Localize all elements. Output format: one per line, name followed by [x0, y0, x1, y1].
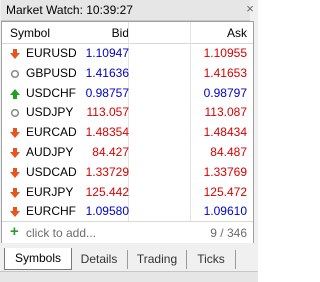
arrow-down-icon	[10, 187, 20, 198]
add-symbol-label[interactable]: click to add...	[26, 226, 96, 240]
symbol-name: USDCAD	[26, 164, 77, 179]
bid-price: 0.98757	[85, 85, 129, 100]
symbol-row[interactable]: EURJPY 125.442 125.472	[2, 182, 253, 203]
bid-price: 84.427	[92, 145, 129, 159]
symbols-grid: Symbol Bid Ask EURUSD 1.10947 1.10955 GBPUS…	[1, 21, 254, 243]
symbol-row[interactable]: GBPUSD 1.41636 1.41653	[2, 63, 253, 84]
symbol-name: AUDJPY	[26, 145, 74, 159]
bid-price: 1.10947	[85, 46, 129, 60]
circle-icon	[10, 68, 20, 78]
symbol-row[interactable]: USDCAD 1.33729 1.33769	[2, 162, 253, 183]
symbol-row[interactable]: EURCHF 1.09580 1.09610	[2, 201, 253, 222]
tab-details[interactable]: Details	[71, 250, 128, 269]
symbol-row[interactable]: EURUSD 1.10947 1.10955	[2, 43, 253, 64]
tab-symbols[interactable]: Symbols	[4, 248, 72, 270]
symbol-name: EURCAD	[26, 125, 77, 140]
window-title: Market Watch: 10:39:27	[6, 3, 133, 17]
symbol-name: EURJPY	[26, 184, 74, 199]
bid-price: 113.057	[86, 105, 130, 120]
ask-price: 113.087	[204, 105, 248, 120]
ask-price: 1.41653	[203, 65, 247, 80]
add-symbol-row[interactable]: + click to add... 9 / 346	[2, 221, 253, 243]
column-header-symbol[interactable]: Symbol	[10, 26, 50, 40]
ask-price: 1.10955	[203, 46, 247, 60]
column-header-ask[interactable]: Ask	[227, 26, 247, 40]
symbol-name: USDCHF	[26, 85, 76, 100]
arrow-up-icon	[10, 88, 20, 99]
plus-icon: +	[10, 223, 19, 240]
arrow-down-icon	[10, 147, 20, 158]
tab-bar: Symbols Details Trading Ticks	[0, 244, 258, 271]
circle-icon	[10, 107, 20, 118]
arrow-down-icon	[10, 167, 20, 178]
symbol-row[interactable]: AUDJPY 84.427 84.487	[2, 142, 253, 163]
ask-price: 1.09610	[203, 204, 247, 219]
bid-price: 1.41636	[85, 65, 129, 80]
bid-price: 1.09580	[85, 204, 129, 219]
bid-price: 1.33729	[85, 164, 129, 179]
column-header-bid[interactable]: Bid	[112, 26, 129, 40]
arrow-down-icon	[10, 127, 20, 139]
ask-price: 125.472	[203, 184, 247, 199]
close-icon[interactable]: ×	[244, 2, 256, 15]
status-strip	[0, 271, 258, 282]
symbol-row[interactable]: USDJPY 113.057 113.087	[2, 102, 253, 123]
symbol-name: EURCHF	[26, 204, 76, 219]
arrow-down-icon	[10, 206, 20, 218]
symbol-name: USDJPY	[26, 105, 74, 120]
ask-price: 84.487	[210, 145, 247, 159]
bid-price: 1.48354	[85, 125, 129, 140]
symbol-row[interactable]: USDCHF 0.98757 0.98797	[2, 83, 253, 104]
title-bar: Market Watch: 10:39:27	[1, 0, 250, 21]
symbol-name: EURUSD	[26, 46, 77, 60]
tab-ticks[interactable]: Ticks	[187, 250, 236, 269]
ask-price: 1.33769	[203, 164, 247, 179]
symbol-count: 9 / 346	[210, 226, 247, 240]
ask-price: 0.98797	[203, 85, 247, 100]
symbol-row[interactable]: EURCAD 1.48354 1.48434	[2, 122, 253, 143]
market-watch-panel: Market Watch: 10:39:27 × Symbol Bid Ask …	[0, 0, 258, 282]
symbol-name: GBPUSD	[26, 65, 77, 80]
arrow-down-icon	[10, 48, 20, 59]
bid-price: 125.442	[85, 184, 129, 199]
tab-trading[interactable]: Trading	[128, 250, 187, 269]
ask-price: 1.48434	[203, 125, 247, 140]
